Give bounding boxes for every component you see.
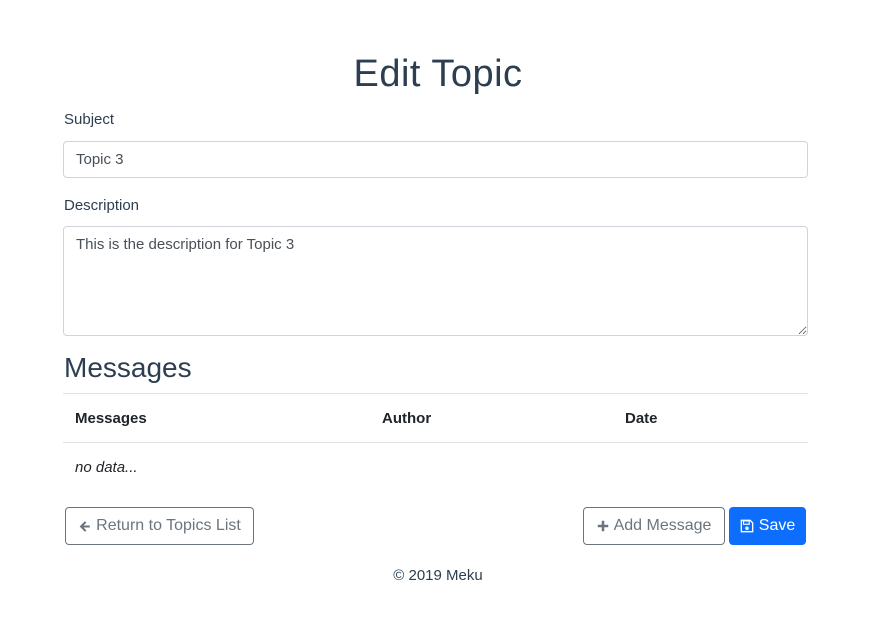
messages-table: Messages Author Date no data... <box>63 393 808 492</box>
return-button-label: Return to Topics List <box>96 517 241 534</box>
page-title: Edit Topic <box>353 53 523 95</box>
empty-state-text: no data... <box>75 458 138 476</box>
subject-input[interactable] <box>63 141 808 178</box>
table-row: no data... <box>63 443 808 492</box>
table-header-row: Messages Author Date <box>63 393 808 443</box>
description-label: Description <box>64 197 140 214</box>
description-textarea[interactable]: This is the description for Topic 3 <box>63 226 808 336</box>
add-message-label: Add Message <box>613 517 712 534</box>
arrow-left-icon <box>78 520 91 533</box>
subject-label: Subject <box>64 111 115 128</box>
footer-copyright: © 2019 Meku <box>393 567 483 584</box>
save-button-label: Save <box>758 517 796 534</box>
column-header-messages: Messages <box>63 393 370 443</box>
save-button[interactable]: Save <box>729 507 806 545</box>
column-header-date: Date <box>613 393 808 443</box>
add-message-button[interactable]: Add Message <box>583 507 725 545</box>
column-header-author: Author <box>370 393 613 443</box>
plus-icon <box>597 520 609 532</box>
return-to-topics-button[interactable]: Return to Topics List <box>65 507 254 545</box>
messages-heading: Messages <box>64 352 192 383</box>
floppy-disk-icon <box>740 519 754 533</box>
